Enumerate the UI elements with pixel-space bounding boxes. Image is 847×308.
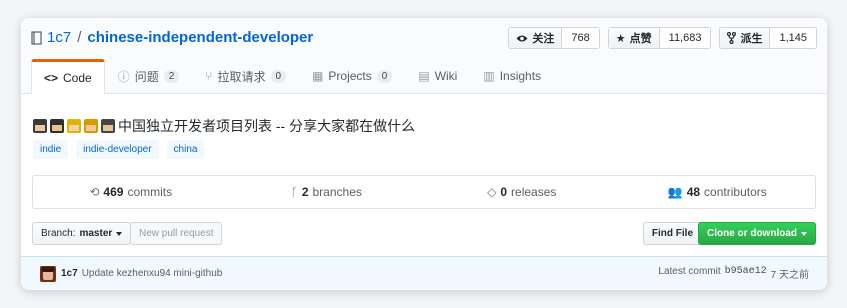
tag-icon: ◇ [487, 185, 497, 199]
branches-count: 2 [301, 185, 309, 199]
fork-icon [727, 32, 737, 44]
issue-icon: ⓘ [117, 69, 130, 84]
topic-list: indie indie-developer china [33, 140, 205, 159]
repo-separator: / [77, 29, 82, 46]
file-toolbar: Branch: master New pull request Find Fil… [32, 222, 816, 246]
insights-icon: ▥ [483, 69, 495, 83]
find-file-button[interactable]: Find File [642, 222, 702, 245]
repo-name-link[interactable]: chinese-independent-developer [87, 29, 313, 46]
chevron-down-icon [116, 231, 123, 236]
tab-code-label: Code [63, 71, 92, 85]
developer-emoji-icon [101, 119, 115, 133]
branch-prefix: Branch: [41, 228, 76, 239]
tab-insights-label: Insights [499, 69, 542, 83]
star-label: 点赞 [629, 33, 652, 45]
branch-icon: ᚴ [290, 185, 298, 199]
pull-request-icon: ⑂ [205, 69, 213, 83]
branch-name: master [79, 228, 113, 239]
fork-label: 派生 [740, 33, 763, 45]
repo-owner-link[interactable]: 1c7 [47, 29, 71, 46]
eye-icon [516, 35, 528, 41]
commits-link[interactable]: ⟲ 469 commits [33, 176, 229, 208]
topic-tag[interactable]: indie-developer [76, 140, 159, 159]
latest-commit-label: Latest commit [658, 266, 721, 277]
contributors-link[interactable]: 👥 48 contributors [620, 176, 816, 208]
tab-issues[interactable]: ⓘ 问题 2 [105, 59, 193, 92]
contributors-count: 48 [686, 185, 701, 199]
repo-description: 中国独立开发者项目列表 -- 分享大家都在做什么 [33, 116, 415, 136]
tab-projects-count: 0 [376, 69, 393, 83]
tab-wiki[interactable]: ▤ Wiki [405, 59, 470, 92]
watch-button[interactable]: 关注 [509, 28, 563, 48]
wiki-icon: ▤ [418, 69, 430, 83]
code-icon: <> [44, 71, 59, 85]
commit-sha[interactable]: b95ae12 [725, 266, 767, 281]
tab-insights[interactable]: ▥ Insights [470, 59, 554, 92]
project-icon: ▦ [312, 69, 324, 83]
watch-label: 关注 [532, 33, 555, 45]
tab-code[interactable]: <> Code [31, 59, 105, 94]
repo-description-text: 中国独立开发者项目列表 -- 分享大家都在做什么 [118, 118, 416, 134]
developer-emoji-icon [33, 119, 47, 133]
repo-header: 1c7 / chinese-independent-developer 关注 7… [21, 18, 827, 94]
repo-book-icon [31, 30, 42, 45]
clone-download-label: Clone or download [707, 228, 797, 239]
commits-label: commits [127, 185, 173, 199]
commit-time: 7 天之前 [770, 270, 809, 281]
repo-stats-bar: ⟲ 469 commits ᚴ 2 branches ◇ 0 releases … [32, 175, 816, 209]
watch-count[interactable]: 768 [562, 28, 599, 48]
topic-tag[interactable]: indie [33, 140, 69, 159]
contributors-label: contributors [704, 185, 767, 199]
tab-projects[interactable]: ▦ Projects 0 [299, 59, 405, 92]
tab-pull-requests[interactable]: ⑂ 拉取请求 0 [192, 59, 299, 92]
history-icon: ⟲ [89, 185, 100, 199]
new-pull-request-button[interactable]: New pull request [130, 222, 223, 245]
commit-meta: Latest commit b95ae12 7 天之前 [658, 266, 809, 281]
fork-count[interactable]: 1,145 [770, 28, 816, 48]
tab-issues-count: 2 [163, 69, 180, 83]
star-count[interactable]: 11,683 [659, 28, 711, 48]
developer-emoji-icon [67, 119, 81, 133]
branch-select-button[interactable]: Branch: master [32, 222, 132, 245]
find-file-label: Find File [651, 228, 693, 239]
developer-emoji-icon [84, 119, 98, 133]
chevron-down-icon [801, 231, 807, 236]
people-icon: 👥 [667, 185, 683, 199]
tab-pull-requests-count: 0 [270, 69, 287, 83]
repo-page: 1c7 / chinese-independent-developer 关注 7… [21, 18, 827, 290]
star-icon: ★ [615, 32, 626, 45]
star-action: ★ 点赞 11,683 [607, 27, 712, 49]
branches-label: branches [312, 185, 362, 199]
latest-commit-bar: 1c7 Update kezhenxu94 mini-github Latest… [21, 256, 827, 290]
branches-link[interactable]: ᚴ 2 branches [229, 176, 425, 208]
fork-action: 派生 1,145 [719, 27, 817, 49]
repo-title: 1c7 / chinese-independent-developer [31, 29, 313, 46]
tab-issues-label: 问题 [134, 69, 159, 84]
new-pull-request-label: New pull request [139, 228, 214, 239]
tab-pull-requests-label: 拉取请求 [217, 69, 266, 84]
tab-projects-label: Projects [328, 69, 372, 83]
clone-download-button[interactable]: Clone or download [698, 222, 816, 245]
fork-button[interactable]: 派生 [720, 28, 771, 48]
topic-tag[interactable]: china [166, 140, 205, 159]
commits-count: 469 [103, 185, 124, 199]
avatar[interactable] [40, 265, 56, 282]
watch-action: 关注 768 [508, 27, 600, 49]
commit-message[interactable]: Update kezhenxu94 mini-github [82, 268, 223, 279]
commit-author[interactable]: 1c7 [61, 268, 78, 279]
developer-emoji-icon [50, 119, 64, 133]
repo-actions: 关注 768 ★ 点赞 11,683 派生 1,145 [508, 27, 817, 49]
repo-nav-tabs: <> Code ⓘ 问题 2 ⑂ 拉取请求 0 ▦ Projects 0 ▤ W… [31, 59, 554, 94]
releases-link[interactable]: ◇ 0 releases [424, 176, 620, 208]
star-button[interactable]: ★ 点赞 [608, 28, 660, 48]
releases-label: releases [511, 185, 557, 199]
releases-count: 0 [500, 185, 508, 199]
tab-wiki-label: Wiki [434, 69, 458, 83]
